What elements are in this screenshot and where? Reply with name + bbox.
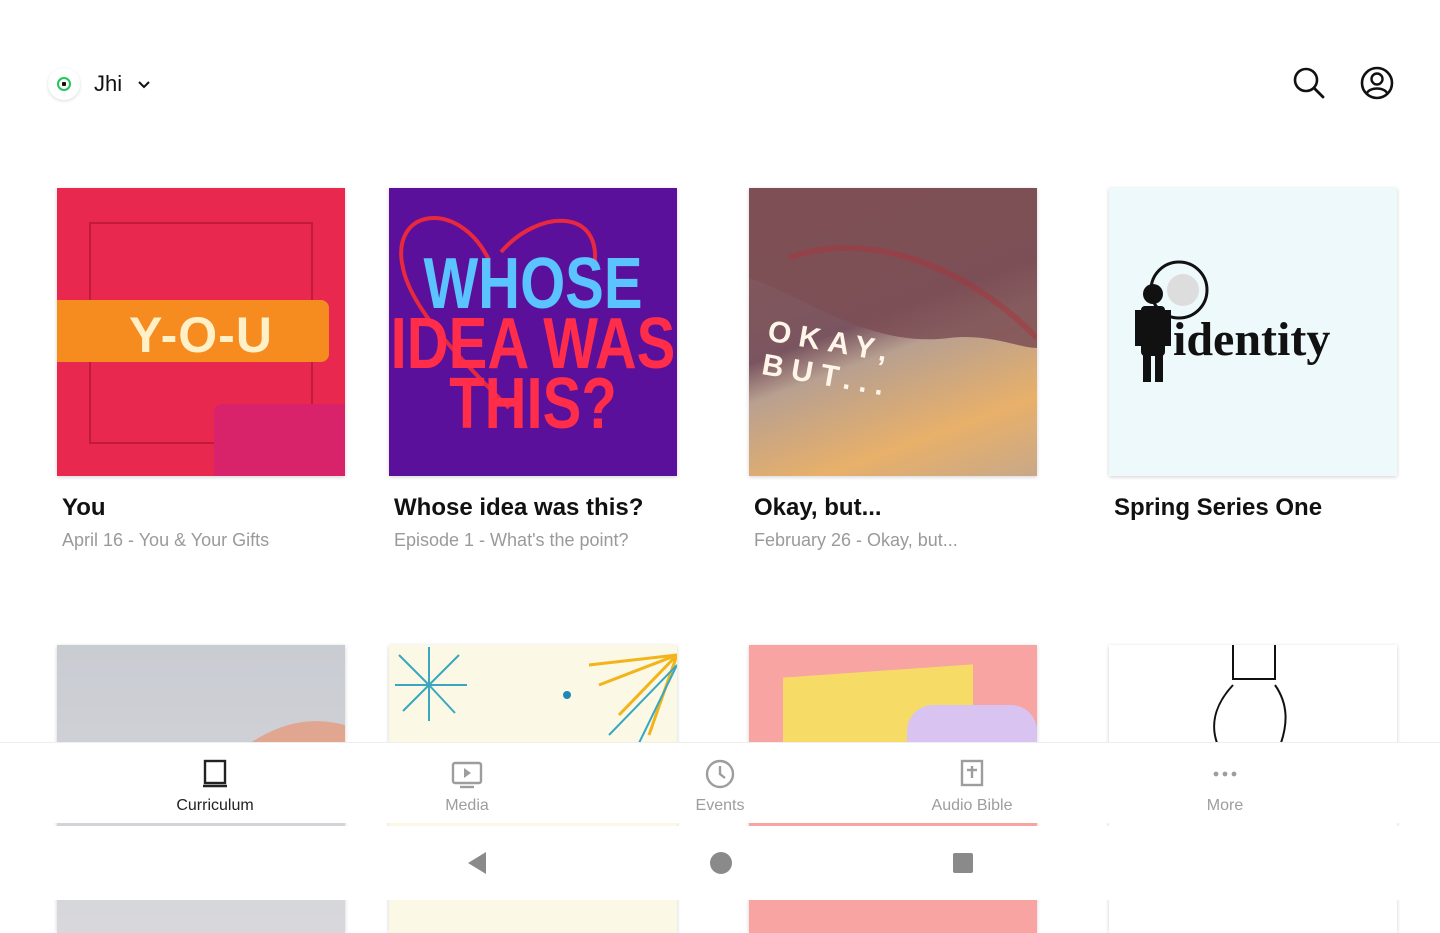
home-icon[interactable] — [708, 850, 734, 876]
series-artwork: WHOSE IDEA WAS THIS? — [389, 188, 677, 476]
more-icon — [1213, 771, 1237, 777]
series-card-whose-idea[interactable]: WHOSE IDEA WAS THIS? Whose idea was this… — [389, 188, 677, 551]
series-artwork: OKAY, BUT... — [749, 188, 1037, 476]
app-header: Jhi — [0, 0, 1440, 160]
bottom-navigation: Curriculum Media Events Audio Bible More — [0, 742, 1440, 823]
organization-name: Jhi — [94, 71, 123, 96]
series-title: Okay, but... — [754, 494, 882, 521]
artwork-text: identity — [1173, 313, 1331, 366]
series-subtitle: Episode 1 - What's the point? — [394, 530, 629, 550]
series-card-okay-but[interactable]: OKAY, BUT... Okay, but... February 26 - … — [749, 188, 1037, 551]
recents-icon[interactable] — [950, 850, 976, 876]
nav-item-curriculum[interactable]: Curriculum — [135, 757, 295, 815]
nav-label: Curriculum — [176, 797, 254, 814]
chevron-down-icon — [138, 81, 150, 89]
nav-item-events[interactable]: Events — [640, 757, 800, 815]
nav-item-audio-bible[interactable]: Audio Bible — [892, 757, 1052, 815]
nav-label: Media — [445, 797, 489, 814]
series-subtitle: February 26 - Okay, but... — [754, 530, 958, 550]
search-icon[interactable] — [1290, 64, 1328, 102]
series-title: You — [62, 494, 106, 521]
nav-item-media[interactable]: Media — [387, 757, 547, 815]
series-artwork: identity — [1109, 188, 1397, 476]
nav-label: Audio Bible — [931, 797, 1013, 814]
clock-icon — [705, 759, 735, 789]
nav-label: Events — [695, 797, 745, 814]
video-icon — [451, 761, 483, 789]
artwork-text: Y-O-U — [129, 307, 273, 363]
bible-icon — [960, 759, 984, 787]
nav-item-more[interactable]: More — [1145, 757, 1305, 815]
organization-switcher[interactable]: Jhi — [48, 68, 152, 100]
account-icon[interactable] — [1358, 64, 1396, 102]
book-icon — [203, 759, 227, 788]
series-title: Spring Series One — [1114, 494, 1323, 521]
artwork-text-line: THIS? — [449, 362, 617, 445]
church-logo-icon — [48, 68, 80, 100]
series-title: Whose idea was this? — [394, 494, 644, 521]
system-navigation-bar — [0, 826, 1440, 900]
series-card-you[interactable]: Y-O-U You April 16 - You & Your Gifts — [57, 188, 345, 551]
nav-label: More — [1206, 797, 1244, 814]
series-artwork: Y-O-U — [57, 188, 345, 476]
back-icon[interactable] — [464, 850, 490, 876]
series-card-spring-series[interactable]: identity Spring Series One — [1109, 188, 1397, 522]
series-subtitle: April 16 - You & Your Gifts — [62, 530, 270, 550]
